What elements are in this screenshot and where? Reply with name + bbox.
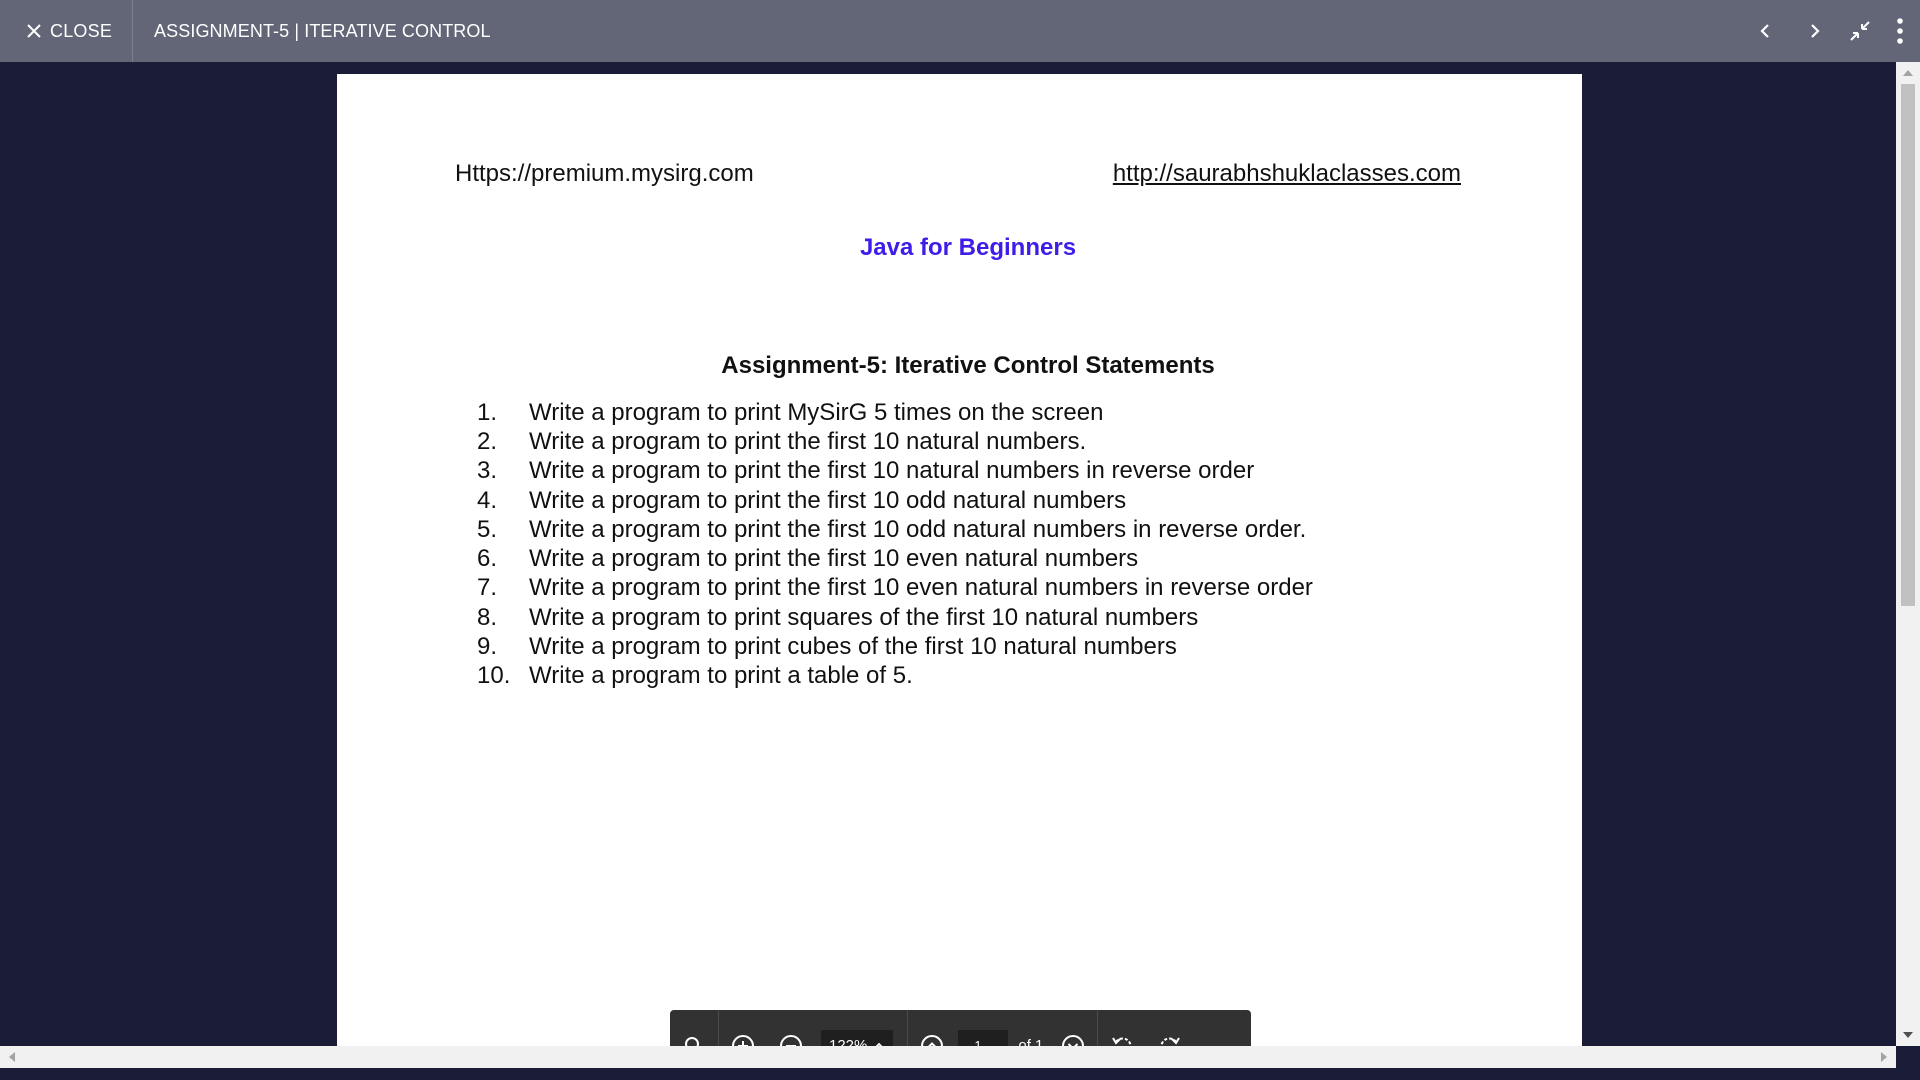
chevron-right-icon — [1811, 24, 1820, 38]
horizontal-scrollbar[interactable] — [0, 1046, 1896, 1068]
list-item: 8. Write a program to print squares of th… — [477, 603, 1313, 632]
vertical-scroll-thumb[interactable] — [1901, 84, 1915, 606]
question-number: 6. — [477, 545, 498, 573]
list-item: 10. Write a program to print a table of 5… — [477, 662, 1313, 691]
question-number: 8. — [477, 603, 498, 631]
list-item: 3. Write a program to print the first 10 … — [477, 457, 1313, 486]
exit-fullscreen-button[interactable] — [1840, 0, 1880, 62]
link-premium-mysirg[interactable]: Https://premium.mysirg.com — [455, 160, 754, 188]
more-options-button[interactable] — [1880, 0, 1920, 62]
question-text: Write a program to print the first 10 na… — [529, 457, 1255, 485]
question-number: 7. — [477, 574, 498, 602]
list-item: 6. Write a program to print the first 10 … — [477, 544, 1313, 573]
question-text: Write a program to print the first 10 od… — [529, 515, 1307, 543]
next-button[interactable] — [1790, 0, 1840, 62]
question-text: Write a program to print the first 10 ev… — [529, 574, 1313, 602]
question-number: 1. — [477, 398, 498, 426]
triangle-up-icon — [1903, 70, 1913, 76]
question-number: 4. — [477, 486, 498, 514]
list-item: 1. Write a program to print MySirG 5 time… — [477, 398, 1313, 427]
question-number: 10. — [477, 662, 511, 690]
list-item: 5. Write a program to print the first 10 … — [477, 515, 1313, 544]
scroll-right-button[interactable] — [1874, 1046, 1894, 1068]
list-item: 4. Write a program to print the first 10 … — [477, 486, 1313, 515]
triangle-right-icon — [1881, 1052, 1887, 1062]
link-saurabhshuklaclasses[interactable]: http://saurabhshuklaclasses.com — [1113, 160, 1461, 188]
question-number: 5. — [477, 515, 498, 543]
question-text: Write a program to print a table of 5. — [529, 662, 913, 690]
more-vert-icon — [1897, 18, 1903, 44]
triangle-down-icon — [1903, 1032, 1913, 1038]
list-item: 7. Write a program to print the first 10 … — [477, 574, 1313, 603]
question-text: Write a program to print the first 10 od… — [529, 486, 1127, 514]
close-icon — [27, 24, 41, 38]
question-text: Write a program to print the first 10 ev… — [529, 545, 1139, 573]
bottom-strip — [0, 1068, 1920, 1080]
chevron-left-icon — [1760, 24, 1769, 38]
vertical-scrollbar[interactable] — [1896, 62, 1920, 1046]
assignment-title: Assignment-5: Iterative Control Statemen… — [721, 352, 1215, 379]
previous-button[interactable] — [1740, 0, 1790, 62]
question-number: 2. — [477, 427, 498, 455]
question-text: Write a program to print cubes of the fi… — [529, 633, 1177, 661]
question-text: Write a program to print MySirG 5 times … — [529, 398, 1104, 426]
question-text: Write a program to print squares of the … — [529, 603, 1199, 631]
scroll-up-button[interactable] — [1896, 64, 1920, 82]
viewer-header: CLOSE ASSIGNMENT-5 | ITERATIVE CONTROL — [0, 0, 1920, 62]
pdf-page: Https://premium.mysirg.com http://saurab… — [337, 74, 1582, 1080]
document-title: ASSIGNMENT-5 | ITERATIVE CONTROL — [154, 20, 491, 41]
question-number: 9. — [477, 633, 498, 661]
course-title: Java for Beginners — [859, 234, 1077, 261]
triangle-left-icon — [9, 1052, 15, 1062]
close-button[interactable]: CLOSE — [0, 0, 134, 62]
list-item: 2. Write a program to print the first 10 … — [477, 427, 1313, 456]
list-item: 9. Write a program to print cubes of the … — [477, 632, 1313, 661]
close-label: CLOSE — [50, 20, 113, 41]
document-viewer[interactable]: Https://premium.mysirg.com http://saurab… — [0, 62, 1920, 1080]
collapse-icon — [1850, 21, 1870, 41]
question-list: 1. Write a program to print MySirG 5 time… — [477, 398, 1313, 691]
question-number: 3. — [477, 457, 498, 485]
question-text: Write a program to print the first 10 na… — [529, 427, 1087, 455]
header-actions — [1740, 0, 1920, 62]
scroll-down-button[interactable] — [1896, 1026, 1920, 1044]
scroll-left-button[interactable] — [2, 1046, 22, 1068]
